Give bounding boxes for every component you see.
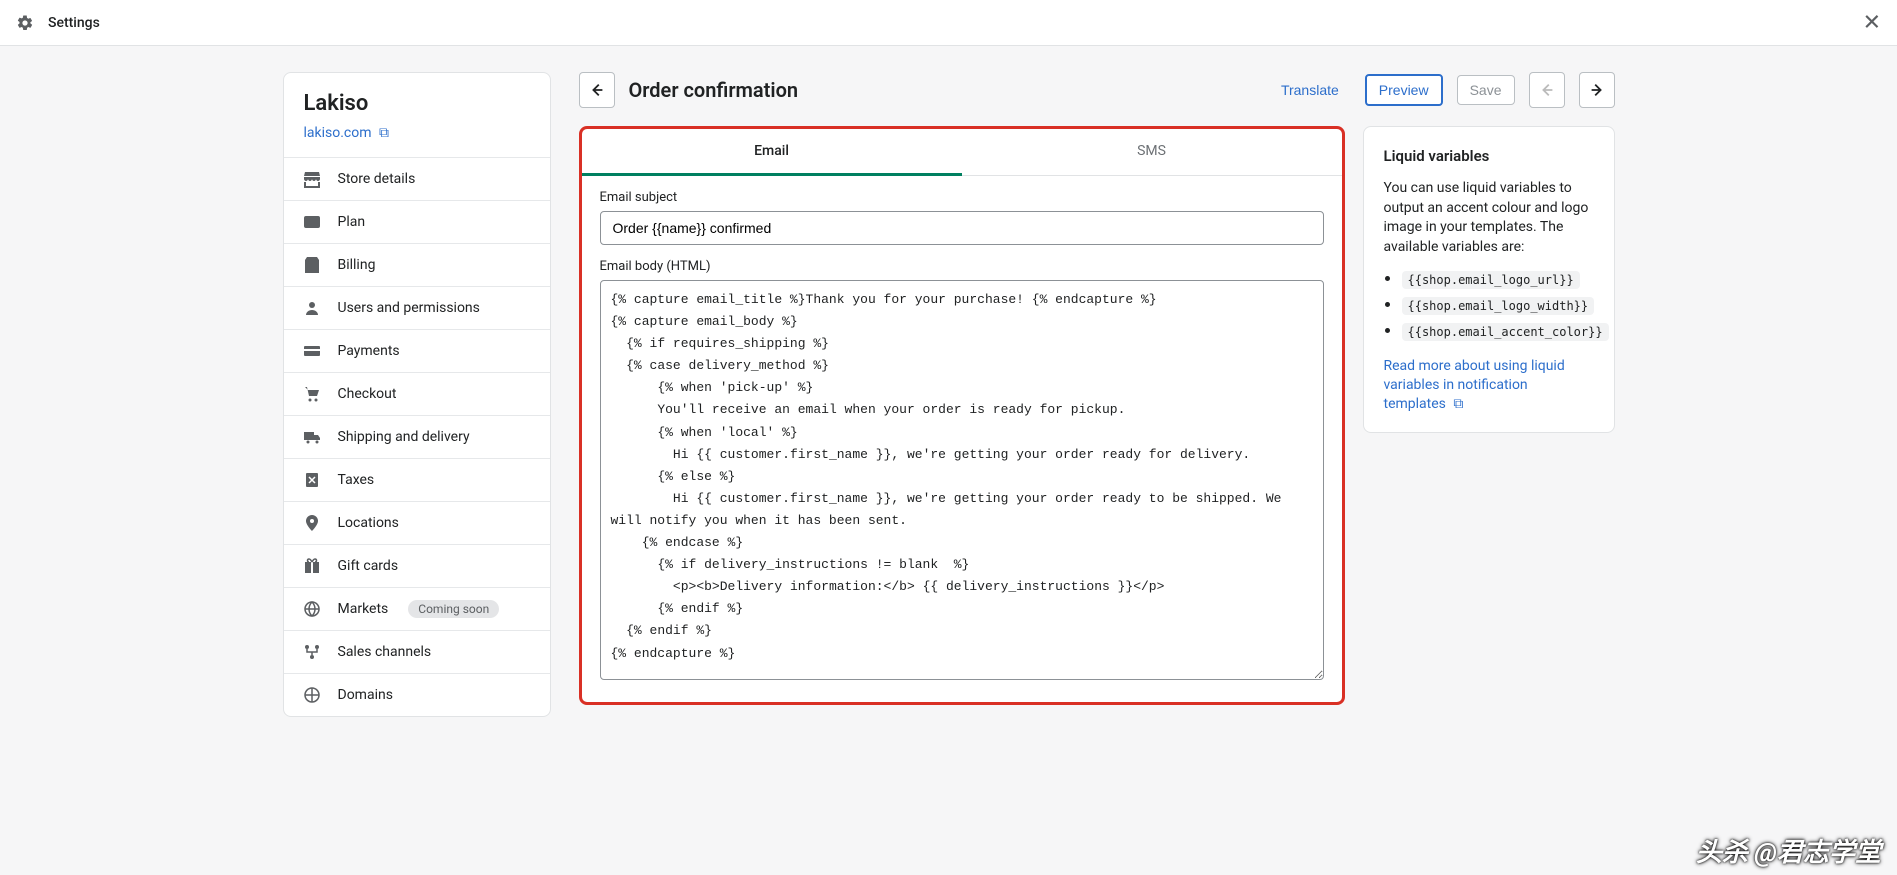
arrow-left-icon <box>588 81 606 99</box>
location-icon <box>302 513 322 533</box>
sidebar-item-locations[interactable]: Locations <box>284 501 550 544</box>
settings-sidebar: Lakiso lakiso.com ⧉ Store details Plan B… <box>283 72 551 717</box>
external-link-icon: ⧉ <box>1453 396 1463 412</box>
help-desc: You can use liquid variables to output a… <box>1384 179 1594 257</box>
store-icon <box>302 169 322 189</box>
sidebar-item-billing[interactable]: Billing <box>284 243 550 286</box>
sidebar-item-label: Locations <box>338 515 399 531</box>
list-item: {{shop.email_accent_color}} <box>1402 321 1594 341</box>
prev-button[interactable] <box>1529 72 1565 108</box>
user-icon <box>302 298 322 318</box>
plan-icon <box>302 212 322 232</box>
tabs: Email SMS <box>582 129 1342 176</box>
save-button[interactable]: Save <box>1457 75 1515 105</box>
email-subject-label: Email subject <box>600 190 1324 205</box>
liquid-var: {{shop.email_logo_width}} <box>1402 297 1595 315</box>
store-url-link[interactable]: lakiso.com ⧉ <box>304 125 390 141</box>
arrow-left-icon <box>1538 81 1556 99</box>
sidebar-item-plan[interactable]: Plan <box>284 200 550 243</box>
taxes-icon <box>302 470 322 490</box>
page-title: Order confirmation <box>629 78 799 102</box>
help-title: Liquid variables <box>1384 147 1594 165</box>
list-item: {{shop.email_logo_url}} <box>1402 269 1594 289</box>
email-body-label: Email body (HTML) <box>600 259 1324 274</box>
tab-sms[interactable]: SMS <box>962 129 1342 175</box>
external-link-icon: ⧉ <box>379 125 389 141</box>
gear-icon <box>16 14 34 32</box>
sidebar-item-label: Billing <box>338 257 376 273</box>
sidebar-item-users[interactable]: Users and permissions <box>284 286 550 329</box>
page-header: Order confirmation Translate Preview Sav… <box>579 72 1615 108</box>
sidebar-item-label: Domains <box>338 687 393 703</box>
liquid-var: {{shop.email_accent_color}} <box>1402 323 1609 341</box>
sidebar-item-label: Shipping and delivery <box>338 429 470 445</box>
help-var-list: {{shop.email_logo_url}} {{shop.email_log… <box>1384 269 1594 341</box>
sidebar-item-label: Store details <box>338 171 416 187</box>
back-button[interactable] <box>579 72 615 108</box>
globe-icon <box>302 599 322 619</box>
sidebar-item-label: Payments <box>338 343 400 359</box>
coming-soon-badge: Coming soon <box>408 600 499 618</box>
payments-icon <box>302 341 322 361</box>
sidebar-item-label: Users and permissions <box>338 300 480 316</box>
domains-icon <box>302 685 322 705</box>
sidebar-item-markets[interactable]: Markets Coming soon <box>284 587 550 630</box>
translate-button[interactable]: Translate <box>1269 76 1351 104</box>
liquid-help-card: Liquid variables You can use liquid vari… <box>1363 126 1615 433</box>
sidebar-item-payments[interactable]: Payments <box>284 329 550 372</box>
email-subject-input[interactable] <box>600 211 1324 245</box>
sidebar-item-checkout[interactable]: Checkout <box>284 372 550 415</box>
email-body-textarea[interactable] <box>600 280 1324 680</box>
email-editor-card: Email SMS Email subject Email body (HTML… <box>579 126 1345 705</box>
sidebar-item-sales-channels[interactable]: Sales channels <box>284 630 550 673</box>
cart-icon <box>302 384 322 404</box>
close-icon[interactable]: ✕ <box>1863 10 1881 35</box>
sidebar-item-store-details[interactable]: Store details <box>284 157 550 200</box>
help-link[interactable]: Read more about using liquid variables i… <box>1384 358 1565 412</box>
sidebar-item-label: Markets <box>338 601 389 617</box>
store-name: Lakiso <box>304 91 530 116</box>
billing-icon <box>302 255 322 275</box>
sidebar-item-label: Checkout <box>338 386 397 402</box>
list-item: {{shop.email_logo_width}} <box>1402 295 1594 315</box>
sidebar-header: Lakiso lakiso.com ⧉ <box>284 73 550 157</box>
sidebar-item-taxes[interactable]: Taxes <box>284 458 550 501</box>
sidebar-item-label: Gift cards <box>338 558 399 574</box>
tab-email[interactable]: Email <box>582 129 962 176</box>
sidebar-item-label: Taxes <box>338 472 375 488</box>
channels-icon <box>302 642 322 662</box>
sidebar-item-gift-cards[interactable]: Gift cards <box>284 544 550 587</box>
sidebar-item-domains[interactable]: Domains <box>284 673 550 716</box>
preview-button[interactable]: Preview <box>1365 74 1443 106</box>
topbar-title: Settings <box>48 15 100 31</box>
truck-icon <box>302 427 322 447</box>
arrow-right-icon <box>1588 81 1606 99</box>
watermark: 头杀 @君志学堂 <box>1696 832 1881 869</box>
sidebar-item-label: Sales channels <box>338 644 432 660</box>
liquid-var: {{shop.email_logo_url}} <box>1402 271 1580 289</box>
gift-icon <box>302 556 322 576</box>
topbar: Settings ✕ <box>0 0 1897 46</box>
sidebar-item-label: Plan <box>338 214 366 230</box>
next-button[interactable] <box>1579 72 1615 108</box>
sidebar-item-shipping[interactable]: Shipping and delivery <box>284 415 550 458</box>
